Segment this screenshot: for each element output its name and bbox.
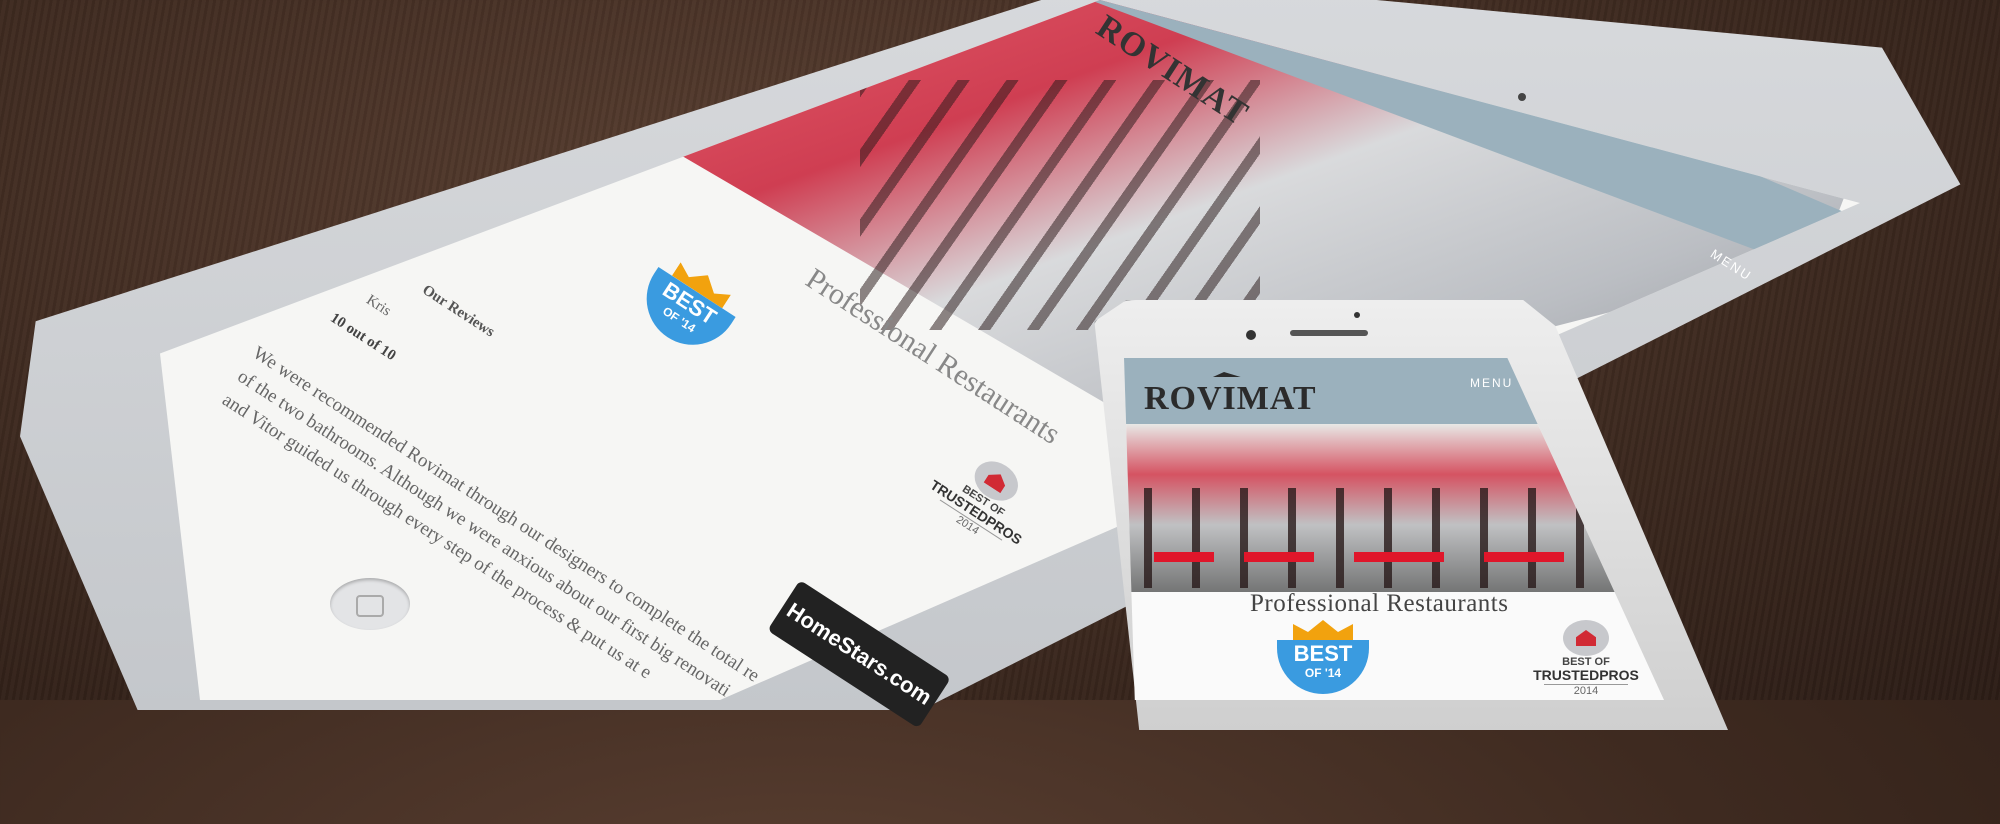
badge-shield: BEST OF '14 xyxy=(1277,640,1369,694)
red-seat xyxy=(1354,552,1444,562)
phone-logo[interactable]: ROVIMAT xyxy=(1144,380,1317,418)
crown-icon xyxy=(1293,620,1353,640)
badge-title: BEST xyxy=(1293,641,1353,666)
tablet-chairs-photo-detail xyxy=(860,80,1260,330)
red-seat xyxy=(1244,552,1314,562)
house-icon xyxy=(1563,620,1609,656)
tablet-device: ROVIMAT MENU Professional Restaurants Ou… xyxy=(0,0,2000,729)
badge-subtitle: OF '14 xyxy=(1304,666,1342,680)
phone-speaker xyxy=(1290,330,1368,336)
phone-page-heading: Professional Restaurants xyxy=(1250,590,1509,617)
phone-menu-button[interactable]: MENU xyxy=(1470,376,1513,390)
home-square-icon xyxy=(356,595,384,617)
phone-sensor-icon xyxy=(1354,312,1360,318)
phone-trustedpros-badge: BEST OF TRUSTEDPROS 2014 xyxy=(1526,620,1646,697)
red-seat xyxy=(1154,552,1214,562)
tablet-camera-icon xyxy=(1518,93,1526,101)
phone-camera-icon xyxy=(1246,330,1256,340)
phone-chairs-photo-detail xyxy=(1144,488,1644,588)
phone-best-of-14-badge: BEST OF '14 xyxy=(1274,620,1372,698)
trusted-year: 2014 xyxy=(1544,684,1628,697)
trusted-middle: TRUSTEDPROS xyxy=(1533,667,1639,683)
red-seat xyxy=(1484,552,1564,562)
